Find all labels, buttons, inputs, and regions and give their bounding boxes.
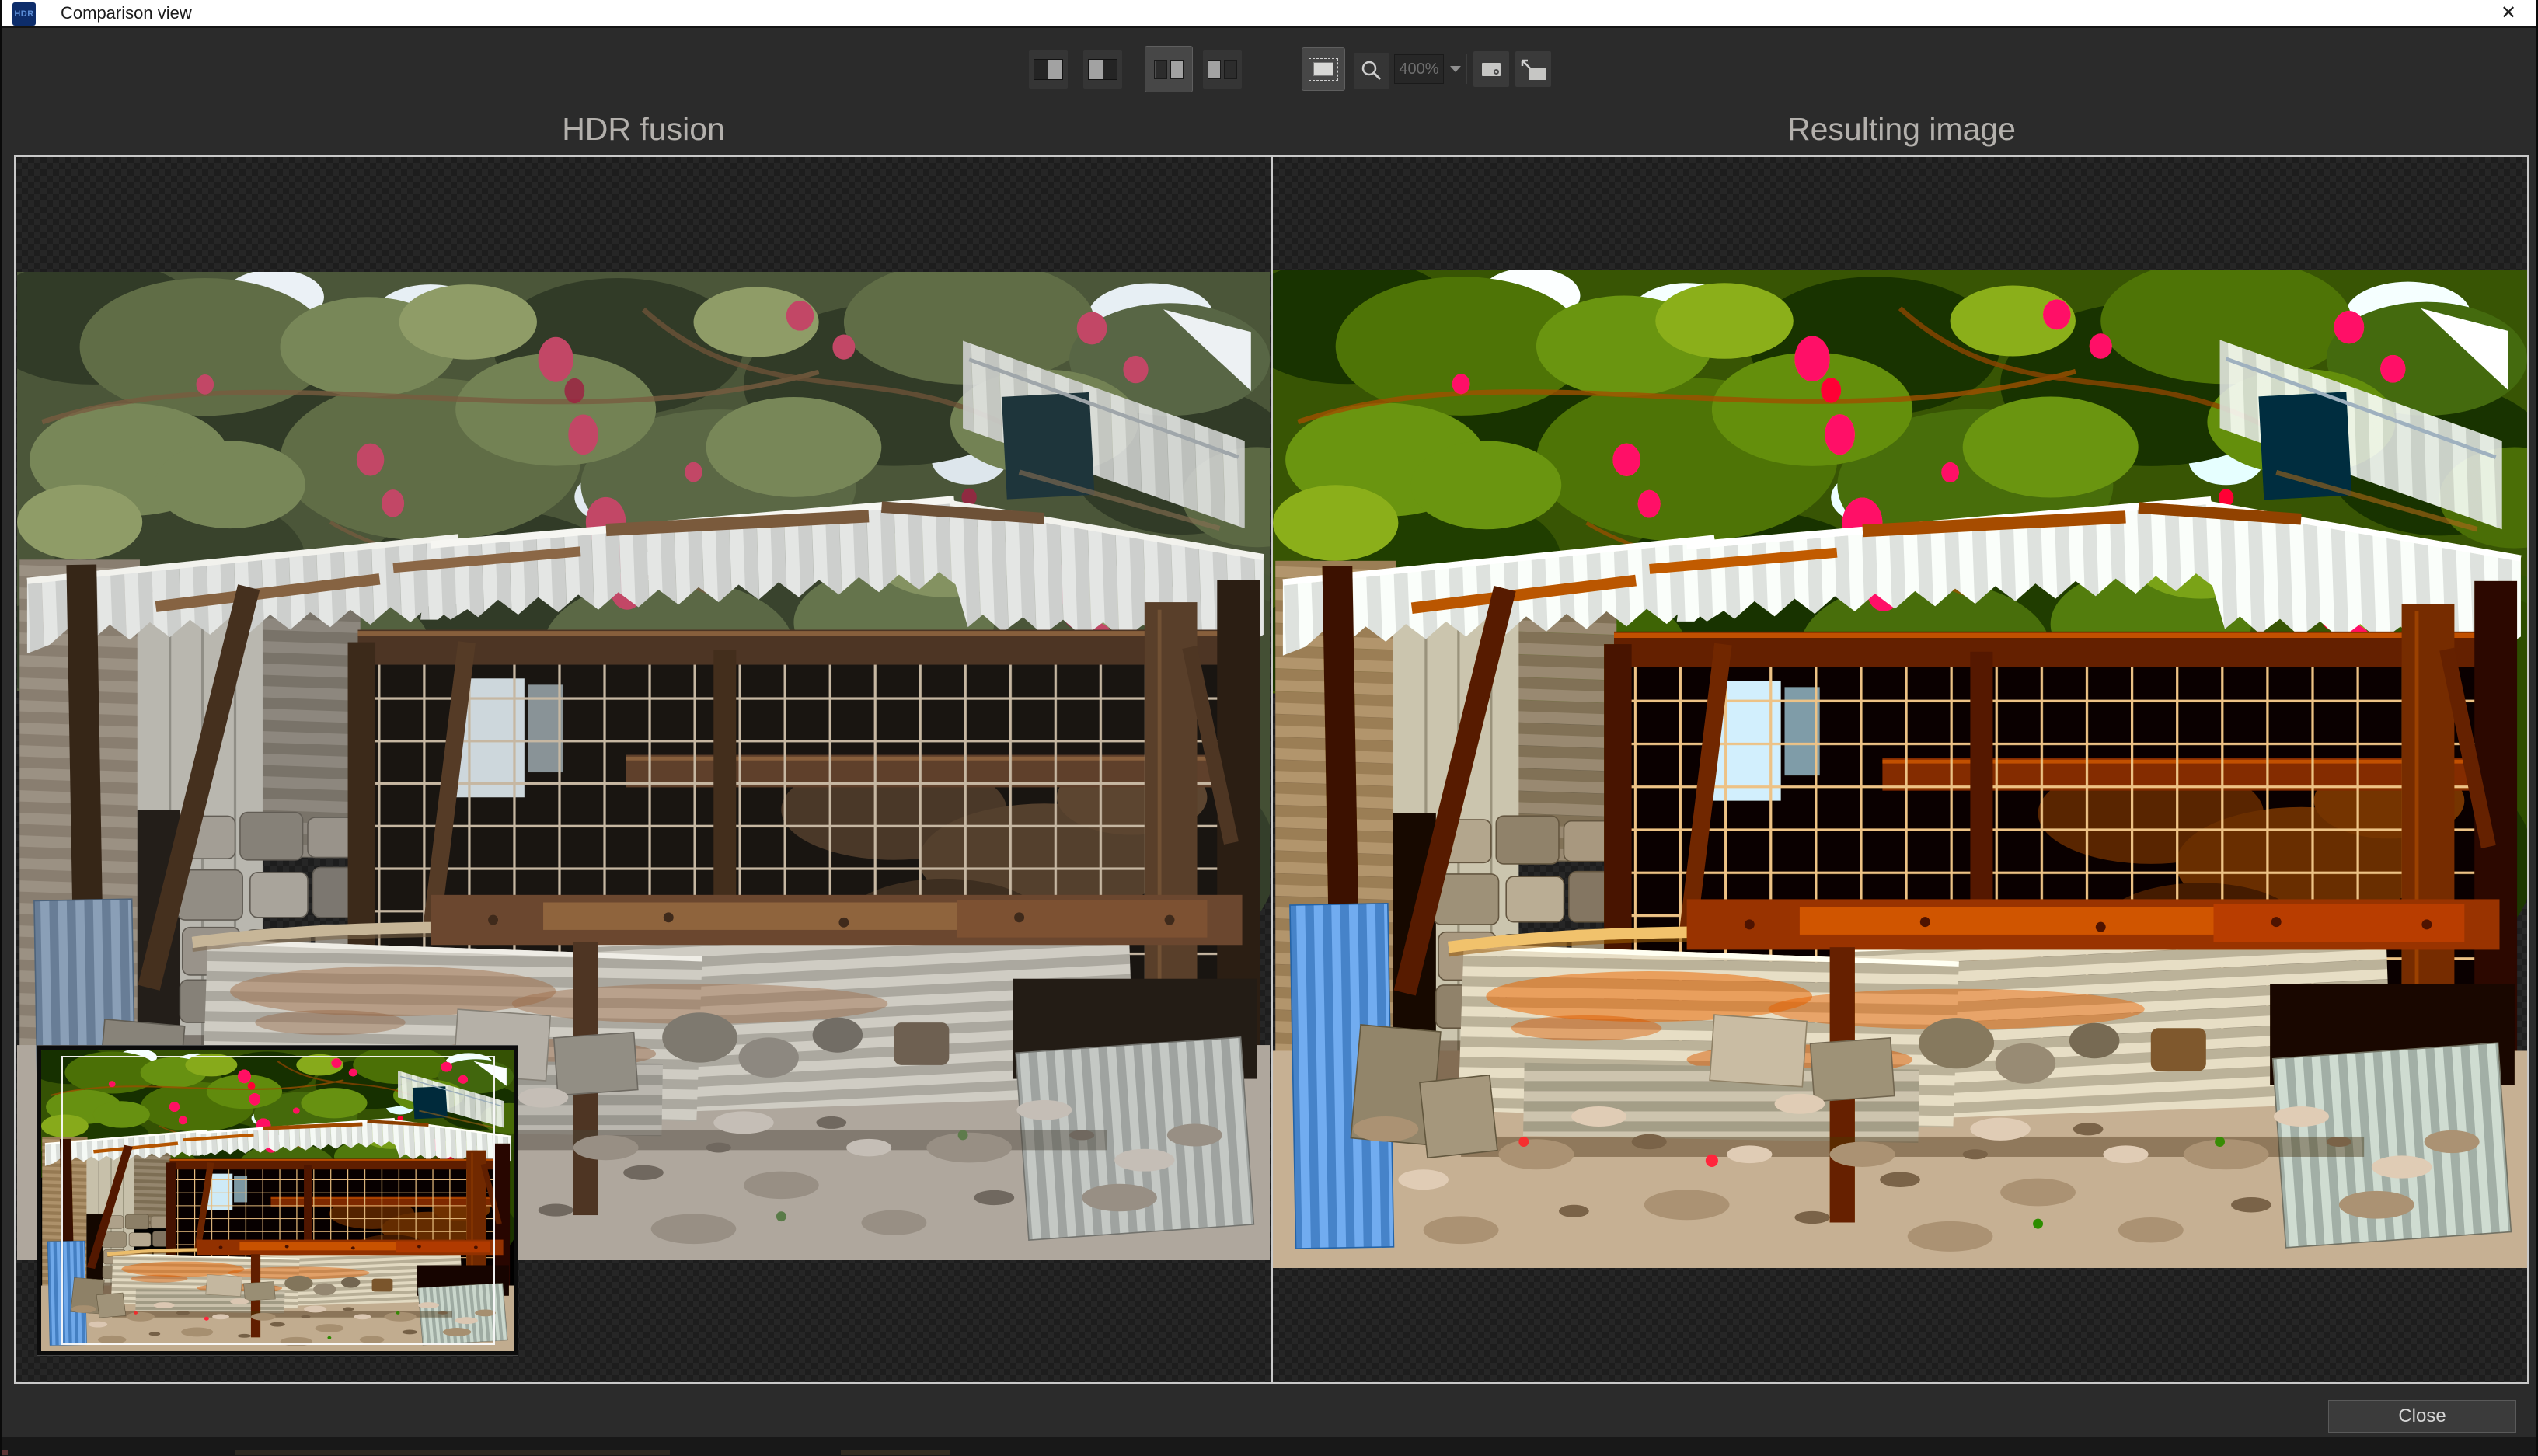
zoom-level-select[interactable]: 400% — [1394, 54, 1444, 84]
resulting-image-panel[interactable] — [1273, 157, 2527, 1382]
fit-to-window-icon — [1520, 58, 1546, 80]
window-title: Comparison view — [61, 0, 192, 26]
close-button[interactable]: Close — [2328, 1400, 2516, 1433]
bottom-edge-artifact — [235, 1450, 670, 1455]
bottom-edge-artifact — [2, 1450, 8, 1455]
zoom-level-value: 400% — [1399, 61, 1438, 78]
magnifier-icon — [1361, 60, 1382, 82]
navigator-viewport-rect[interactable] — [61, 1056, 495, 1345]
actual-size-button[interactable] — [1473, 51, 1509, 87]
comparison-view-window: HDR Comparison view ✕ 400% — [0, 0, 2538, 1456]
right-panel-title: Resulting image — [1274, 107, 2529, 151]
pan-tool-icon — [1309, 58, 1338, 81]
bottom-edge — [2, 1437, 2536, 1456]
chevron-down-icon — [1450, 66, 1461, 72]
window-titlebar[interactable]: HDR Comparison view ✕ — [2, 0, 2536, 28]
pan-tool-button[interactable] — [1302, 48, 1344, 90]
app-icon: HDR — [12, 2, 36, 26]
app-icon-text: HDR — [14, 9, 33, 19]
bottom-edge-artifact — [841, 1450, 950, 1455]
resulting-image[interactable] — [1273, 270, 2527, 1268]
view-mode-split-right-button[interactable] — [1029, 50, 1068, 89]
fit-to-window-button[interactable] — [1515, 51, 1551, 87]
view-mode-split-left-button[interactable] — [1083, 50, 1122, 89]
zoom-dropdown-arrow[interactable] — [1445, 54, 1467, 84]
zoom-tool-button[interactable] — [1354, 53, 1389, 89]
split-view-left-icon — [1088, 59, 1117, 80]
window-close-button[interactable]: ✕ — [2487, 0, 2530, 26]
side-by-side-view-icon — [1154, 60, 1184, 79]
actual-size-icon — [1482, 63, 1501, 76]
split-view-right-icon — [1034, 59, 1063, 80]
hdr-fusion-panel[interactable] — [16, 157, 1273, 1382]
navigator-thumbnail[interactable] — [37, 1046, 518, 1355]
side-by-side-swapped-view-icon — [1208, 60, 1237, 79]
comparison-panels — [14, 155, 2529, 1384]
left-panel-title: HDR fusion — [14, 107, 1273, 151]
view-mode-side-by-side-button[interactable] — [1145, 47, 1192, 92]
view-mode-side-by-side-swapped-button[interactable] — [1203, 50, 1242, 89]
